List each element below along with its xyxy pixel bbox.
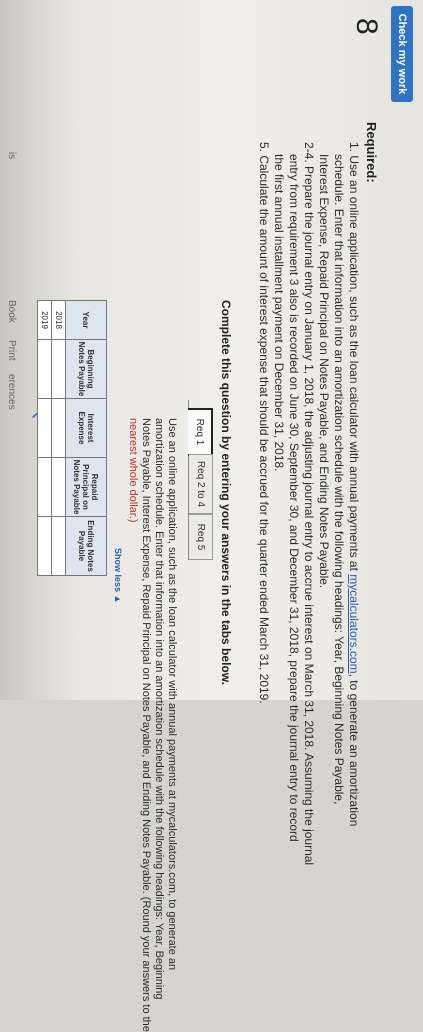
question-number: 8 (350, 18, 383, 35)
panel-line-3: Notes Payable, Interest Expense, Repaid … (140, 418, 152, 1032)
mycalculators-link[interactable]: mycalculators.com (347, 574, 361, 673)
cell-ending-input[interactable] (51, 516, 66, 576)
panel-line-1: Use an online application, such as the l… (166, 418, 178, 971)
required-line-5: entry from requirement 3 also is recorde… (287, 154, 301, 842)
sidebar-label-is[interactable]: is (6, 152, 17, 159)
col-interest-expense: Interest Expense (65, 398, 107, 458)
col-ending-notes-payable: Ending Notes Payable (65, 516, 107, 576)
required-heading: Required: (364, 122, 379, 183)
sidebar-label-references[interactable]: erences (6, 374, 17, 410)
table-header-row: Year Beginning Notes Payable Interest Ex… (65, 300, 107, 576)
tab-req-5[interactable]: Req 5 (189, 514, 213, 560)
instructions: Complete this question by entering your … (219, 300, 233, 685)
panel-line-2: amortization schedule. Enter that inform… (153, 418, 165, 1000)
cell-beginning-input[interactable] (51, 339, 66, 399)
screen: Check my work 8 is Book Print erences Re… (0, 0, 423, 1032)
col-year: Year (65, 300, 107, 340)
required-line-4: 2-4. Prepare the journal entry on Januar… (302, 142, 316, 866)
table-row: 2019 (37, 300, 52, 576)
required-line-1: 1. Use an online application, such as th… (347, 142, 361, 827)
sidebar-label-print[interactable]: Print (6, 340, 17, 361)
tab-req-1[interactable]: Req 1 (188, 408, 213, 456)
col-repaid-principal: Repaid Principal on Notes Payable (65, 457, 107, 517)
cell-year: 2019 (37, 300, 52, 340)
cell-repaid-input[interactable] (51, 457, 66, 517)
required-line-2: schedule. Enter that information into an… (332, 154, 346, 805)
sidebar-label-book[interactable]: Book (6, 300, 17, 323)
amortization-table: Year Beginning Notes Payable Interest Ex… (37, 300, 107, 576)
required-line-3: Interest Expense, Repaid Principal on No… (317, 154, 331, 589)
tab-bar: Req 1 Req 2 to 4 Req 5 (188, 400, 213, 560)
table-row: 2018 (51, 300, 66, 576)
required-line-7: 5. Calculate the amount of interest expe… (257, 142, 271, 704)
check-my-work-button[interactable]: Check my work (391, 6, 413, 102)
tab-req-2-to-4[interactable]: Req 2 to 4 (189, 454, 213, 514)
cell-ending-input[interactable] (37, 516, 52, 576)
cell-interest-input[interactable] (51, 398, 66, 458)
show-less-link[interactable]: Show less ▲ (113, 548, 123, 603)
cell-year: 2018 (51, 300, 66, 340)
required-line-6: the first annual installment payment on … (272, 154, 286, 472)
cell-interest-input[interactable] (37, 398, 52, 458)
panel-line-4: nearest whole dollar.) (127, 418, 139, 523)
col-beginning-notes-payable: Beginning Notes Payable (65, 339, 107, 399)
cell-beginning-input[interactable] (37, 339, 52, 399)
cell-repaid-input[interactable] (37, 457, 52, 517)
rotated-page: Check my work 8 is Book Print erences Re… (0, 0, 423, 1032)
